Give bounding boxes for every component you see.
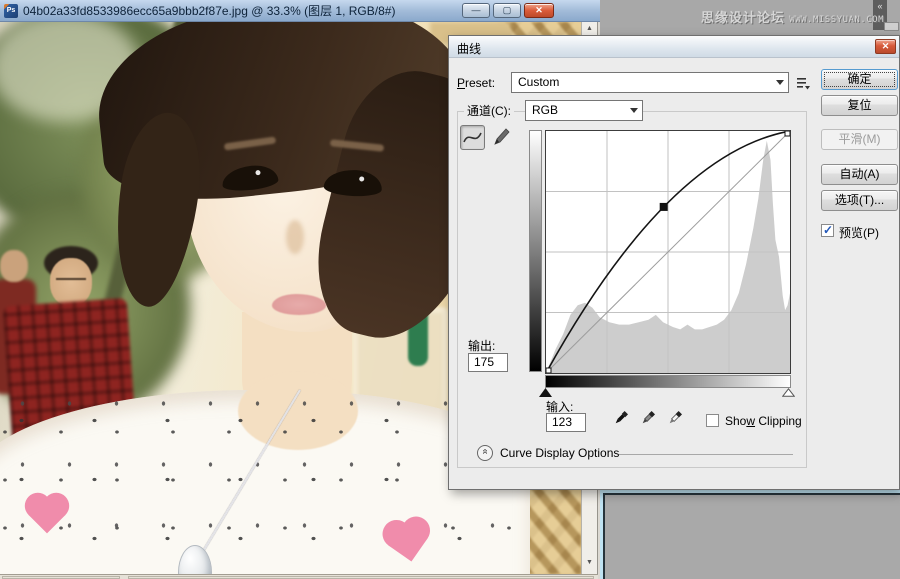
- curve-plot[interactable]: [545, 130, 791, 374]
- options-button[interactable]: 选项(T)...: [821, 190, 898, 211]
- curves-dialog-titlebar[interactable]: 曲线 ✕: [449, 36, 899, 58]
- black-point-slider[interactable]: [539, 388, 552, 397]
- preview-label[interactable]: 预览(P): [839, 224, 879, 241]
- input-gradient-bar: [545, 375, 791, 388]
- background-document-window[interactable]: [600, 490, 900, 579]
- show-clipping-text: Clipping: [755, 414, 802, 428]
- show-clipping-accel: w: [746, 414, 755, 428]
- input-field[interactable]: 123: [546, 413, 586, 432]
- preset-dropdown[interactable]: Custom: [511, 72, 789, 93]
- watermark-site-url: WWW.MISSYUAN.COM: [789, 15, 884, 25]
- photo-girl-lips: [272, 294, 326, 315]
- preset-label: Preset:: [457, 76, 495, 90]
- preset-value: Custom: [518, 75, 559, 89]
- scroll-up-icon[interactable]: ▲: [582, 25, 597, 32]
- edit-points-tool-button[interactable]: [460, 125, 485, 150]
- ok-button[interactable]: 确定: [821, 69, 898, 90]
- white-point-eyedropper-button[interactable]: [666, 409, 684, 427]
- photo-bystander-glasses: [56, 278, 86, 285]
- black-point-eyedropper-button[interactable]: [612, 409, 630, 427]
- scroll-down-icon[interactable]: ▼: [582, 559, 597, 566]
- output-label: 输出:: [468, 337, 495, 354]
- curves-dialog-title: 曲线: [457, 40, 481, 57]
- white-point-slider[interactable]: [782, 388, 795, 397]
- preset-label-rest: reset:: [465, 76, 495, 90]
- screen: 思缘设计论坛 WWW.MISSYUAN.COM « Ps 04b02a33fd8…: [0, 0, 900, 579]
- output-field[interactable]: 175: [468, 353, 508, 372]
- curve-plot-svg: [546, 131, 790, 373]
- preset-menu-icon: [796, 76, 811, 90]
- separator-line: [619, 454, 793, 455]
- panel-dock-tab[interactable]: [884, 22, 899, 31]
- photoshop-file-icon: Ps: [4, 4, 18, 18]
- chevron-down-icon: [776, 80, 784, 85]
- watermark-site-name: 思缘设计论坛: [701, 10, 785, 25]
- show-clipping-text: Sho: [725, 414, 746, 428]
- maximize-icon: ▢: [503, 5, 512, 15]
- pencil-icon: [490, 125, 513, 148]
- reset-button[interactable]: 复位: [821, 95, 898, 116]
- preset-label-accel: P: [457, 76, 465, 90]
- photo-bystander: [0, 250, 28, 282]
- image-window-title: 04b02a33fd8533986ecc65a9bbb2f87e.jpg @ 3…: [23, 2, 395, 19]
- image-window-statusbar: [0, 574, 598, 579]
- maximize-button[interactable]: ▢: [493, 3, 521, 18]
- auto-button[interactable]: 自动(A): [821, 164, 898, 185]
- background-document-canvas: [603, 493, 900, 579]
- draw-curve-pencil-button[interactable]: [490, 125, 515, 150]
- curve-display-options-label[interactable]: Curve Display Options: [500, 446, 619, 460]
- channel-value: RGB: [532, 103, 558, 117]
- double-chevron-down-icon: »: [479, 449, 490, 455]
- preview-checkbox[interactable]: ✓: [821, 224, 834, 237]
- watermark: 思缘设计论坛 WWW.MISSYUAN.COM: [701, 7, 884, 27]
- close-icon: ✕: [535, 5, 543, 15]
- check-icon: ✓: [823, 223, 833, 237]
- curve-tool-icon: [461, 126, 484, 149]
- gray-eyedropper-icon: [639, 409, 657, 427]
- curves-dialog: 曲线 ✕ Preset: Custom 确定 复位 平滑(M) 自动(A) 选项…: [448, 35, 900, 490]
- close-button[interactable]: ✕: [524, 3, 554, 18]
- black-eyedropper-icon: [612, 409, 630, 427]
- minimize-button[interactable]: —: [462, 3, 490, 18]
- smooth-button: 平滑(M): [821, 129, 898, 150]
- gray-point-eyedropper-button[interactable]: [639, 409, 657, 427]
- close-icon: ✕: [882, 41, 890, 51]
- output-gradient-bar: [529, 130, 542, 372]
- minimize-icon: —: [472, 5, 481, 15]
- channel-label: 通道(C):: [464, 102, 514, 119]
- white-eyedropper-icon: [666, 409, 684, 427]
- preset-menu-button[interactable]: [796, 76, 811, 90]
- curve-display-options-expand-button[interactable]: »: [477, 445, 493, 461]
- channel-dropdown[interactable]: RGB: [525, 100, 643, 121]
- show-clipping-label[interactable]: Show Clipping: [725, 414, 802, 428]
- show-clipping-checkbox[interactable]: [706, 414, 719, 427]
- photo-girl-nose: [286, 220, 304, 254]
- curves-dialog-close-button[interactable]: ✕: [875, 39, 896, 54]
- chevron-down-icon: [630, 108, 638, 113]
